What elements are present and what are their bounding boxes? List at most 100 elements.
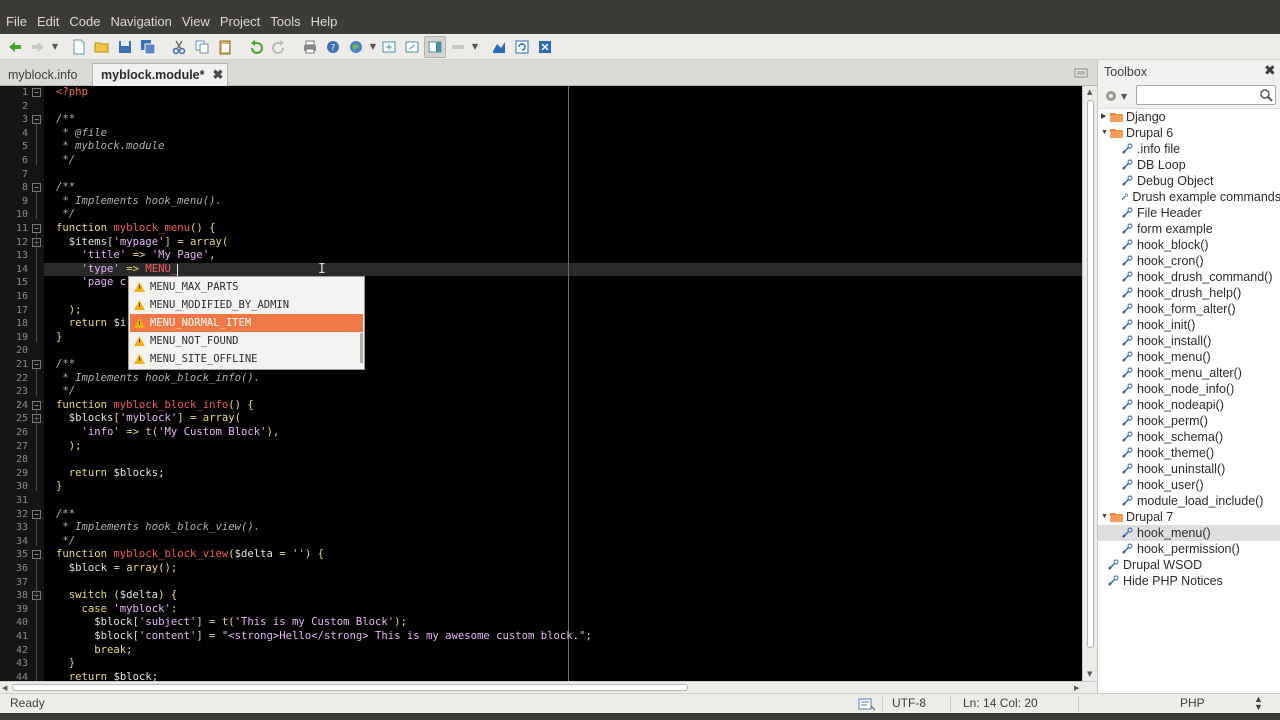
fold-toggle-icon[interactable]: −: [32, 509, 41, 519]
code-line[interactable]: function myblock_block_info() {: [56, 399, 254, 413]
code-line[interactable]: $blocks['myblock'] = array(: [56, 412, 241, 426]
tree-snippet[interactable]: hook_node_info(): [1098, 381, 1280, 397]
fold-toggle-icon[interactable]: −: [32, 88, 41, 97]
tree-snippet[interactable]: hook_menu(): [1098, 525, 1280, 541]
code-line[interactable]: }: [56, 657, 75, 671]
autocomplete-item[interactable]: MENU_SITE_OFFLINE: [130, 350, 363, 368]
expanded-triangle-icon[interactable]: ▼: [1101, 125, 1109, 141]
notifications-icon[interactable]: [858, 697, 876, 711]
collapsed-triangle-icon[interactable]: ▶: [1101, 109, 1109, 125]
cursor-position[interactable]: Ln: 14 Col: 20: [963, 696, 1038, 710]
expanded-triangle-icon[interactable]: ▼: [1101, 509, 1109, 525]
tree-snippet[interactable]: hook_drush_help(): [1098, 285, 1280, 301]
tree-snippet[interactable]: hook_drush_command(): [1098, 269, 1280, 285]
code-line[interactable]: }: [56, 331, 62, 345]
tree-snippet[interactable]: hook_permission(): [1098, 541, 1280, 557]
fold-toggle-icon[interactable]: −: [32, 224, 41, 233]
autocomplete-item[interactable]: MENU_MODIFIED_BY_ADMIN: [130, 296, 363, 314]
code-line[interactable]: /**: [56, 358, 75, 372]
cut-button[interactable]: [168, 36, 190, 58]
code-line[interactable]: */: [56, 154, 75, 168]
code-line[interactable]: <?php: [56, 86, 88, 100]
tree-snippet[interactable]: hook_perm(): [1098, 413, 1280, 429]
close-icon[interactable]: ✖: [1264, 63, 1276, 79]
tree-folder[interactable]: ▼ Drupal 6: [1098, 125, 1280, 141]
undo-button[interactable]: [245, 36, 267, 58]
fold-toggle-icon[interactable]: −: [32, 400, 41, 410]
tree-snippet[interactable]: Hide PHP Notices: [1098, 573, 1280, 589]
tree-snippet[interactable]: hook_nodeapi(): [1098, 397, 1280, 413]
forward-button[interactable]: [27, 36, 49, 58]
tree-folder[interactable]: ▶ Django: [1098, 109, 1280, 125]
autocomplete-item[interactable]: MENU_MAX_PARTS: [130, 278, 363, 296]
menu-view[interactable]: View: [178, 14, 214, 29]
code-line[interactable]: 'type' => MENU_: [56, 263, 178, 277]
browser-preview-button[interactable]: [345, 36, 367, 58]
tree-snippet[interactable]: File Header: [1098, 205, 1280, 221]
code-line[interactable]: function myblock_block_view($delta = '')…: [56, 548, 324, 562]
code-line[interactable]: case 'myblock':: [56, 603, 178, 617]
encoding-indicator[interactable]: UTF-8: [892, 696, 926, 710]
code-line[interactable]: */: [56, 208, 75, 222]
tree-folder[interactable]: ▼ Drupal 7: [1098, 509, 1280, 525]
toolbox-options-button[interactable]: ▼: [1104, 88, 1128, 104]
copy-button[interactable]: [191, 36, 213, 58]
tree-snippet[interactable]: hook_form_alter(): [1098, 301, 1280, 317]
scroll-left-icon[interactable]: ◀: [2, 684, 7, 692]
macro-button[interactable]: [534, 36, 556, 58]
code-line[interactable]: * myblock.module: [56, 140, 164, 154]
code-line[interactable]: 'info' => t('My Custom Block'),: [56, 426, 280, 440]
workspace-button[interactable]: [488, 36, 510, 58]
code-line[interactable]: * @file: [56, 127, 107, 141]
language-selector[interactable]: PHP: [1180, 696, 1205, 710]
print-button[interactable]: [299, 36, 321, 58]
autocomplete-item-selected[interactable]: MENU_NORMAL_ITEM: [130, 314, 363, 332]
search-icon[interactable]: [1259, 88, 1273, 102]
code-line[interactable]: /**: [56, 508, 75, 522]
pane-dropdown[interactable]: ▼: [470, 42, 480, 51]
tree-snippet[interactable]: hook_menu(): [1098, 349, 1280, 365]
tab-list-icon[interactable]: [1074, 67, 1088, 79]
scroll-down-icon[interactable]: ▼: [1087, 670, 1092, 678]
tree-snippet[interactable]: hook_uninstall(): [1098, 461, 1280, 477]
tree-snippet[interactable]: hook_menu_alter(): [1098, 365, 1280, 381]
find-button[interactable]: [378, 36, 400, 58]
menu-file[interactable]: File: [2, 14, 31, 29]
code-line[interactable]: $items['mypage'] = array(: [56, 236, 228, 250]
code-line[interactable]: }: [56, 480, 62, 494]
code-line[interactable]: 'title' => 'My Page',: [56, 249, 216, 263]
tree-snippet[interactable]: Debug Object: [1098, 173, 1280, 189]
code-line[interactable]: */: [56, 385, 75, 399]
menu-code[interactable]: Code: [65, 14, 104, 29]
code-line[interactable]: return $blocks;: [56, 467, 165, 481]
bottom-pane-button[interactable]: [447, 36, 469, 58]
code-line[interactable]: switch ($delta) {: [56, 589, 177, 603]
paste-button[interactable]: [214, 36, 236, 58]
fold-toggle-icon[interactable]: −: [32, 183, 41, 193]
code-line[interactable]: /**: [56, 113, 75, 127]
tree-snippet[interactable]: hook_init(): [1098, 317, 1280, 333]
up-down-chevron-icon[interactable]: ▲ ▼: [1254, 695, 1263, 712]
save-button[interactable]: [114, 36, 136, 58]
autocomplete-popup[interactable]: MENU_MAX_PARTS MENU_MODIFIED_BY_ADMIN ME…: [128, 276, 365, 370]
tab-myblock-module[interactable]: myblock.module* ✖: [92, 63, 228, 86]
open-file-button[interactable]: [91, 36, 113, 58]
help-button[interactable]: ?: [322, 36, 344, 58]
tree-snippet[interactable]: hook_install(): [1098, 333, 1280, 349]
menu-navigation[interactable]: Navigation: [106, 14, 175, 29]
toggle-pane-button[interactable]: [424, 35, 446, 58]
tree-snippet[interactable]: Drush example commands: [1098, 189, 1280, 205]
code-line[interactable]: );: [56, 440, 82, 454]
tree-snippet[interactable]: hook_schema(): [1098, 429, 1280, 445]
close-icon[interactable]: ✖: [213, 67, 224, 83]
tree-snippet[interactable]: module_load_include(): [1098, 493, 1280, 509]
code-line[interactable]: * Implements hook_block_info().: [56, 372, 260, 386]
toolbox-search-input[interactable]: [1136, 85, 1276, 105]
scrollbar-thumb[interactable]: [1087, 100, 1094, 648]
code-line[interactable]: return $i: [56, 317, 126, 331]
code-line[interactable]: * Implements hook_block_view().: [56, 521, 260, 535]
scrollbar-thumb[interactable]: [12, 684, 688, 691]
tree-snippet[interactable]: DB Loop: [1098, 157, 1280, 173]
history-dropdown[interactable]: ▼: [50, 42, 60, 51]
autocomplete-scrollbar[interactable]: [360, 333, 363, 363]
